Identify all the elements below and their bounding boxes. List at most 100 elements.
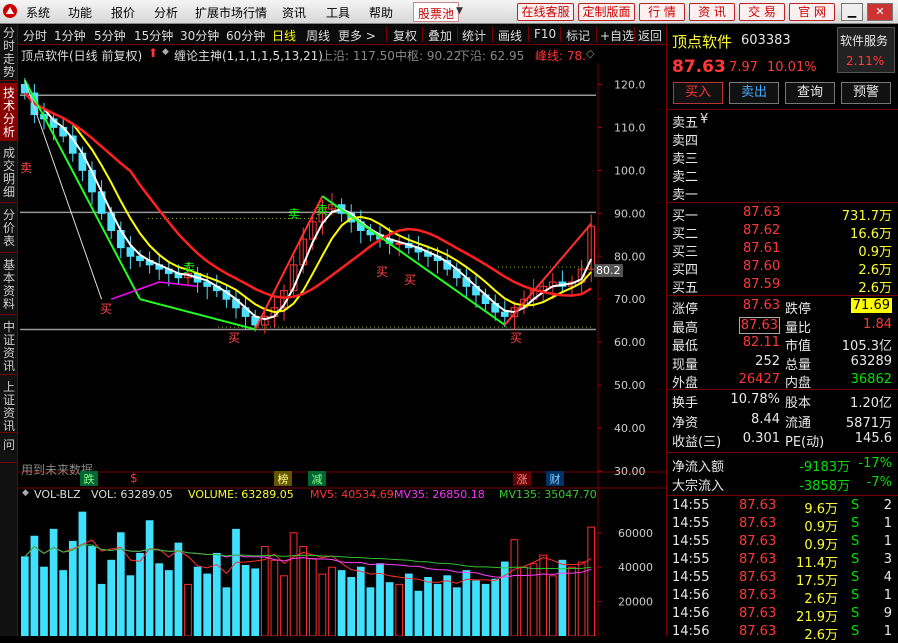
period-daily[interactable]: 日线 (272, 27, 296, 44)
chevron-down-icon[interactable]: ▼ (456, 6, 466, 16)
menu-news[interactable]: 资讯 (282, 4, 306, 21)
volume-bar (49, 528, 58, 637)
menu-system[interactable]: 系统 (26, 4, 50, 21)
stock-pool-button[interactable]: 股票池 (413, 2, 460, 22)
tick-volume: 2.6万 (804, 628, 838, 643)
ma-yellow-line (24, 92, 592, 314)
menu-quote[interactable]: 报价 (111, 4, 135, 21)
buy-marker: 买 (228, 331, 241, 345)
tab-profile[interactable]: 基本资料 (0, 255, 18, 315)
fund-label: 股本 (785, 396, 812, 411)
lower-band-value: 下沿: 62.95 (458, 49, 525, 63)
y-tick-label: 60000 (618, 527, 653, 540)
diamond-icon[interactable]: ◆ (22, 488, 29, 498)
chart-svg[interactable]: 120.0 110.0 100.0 90.00 80.00 70.00 60.00 50.00… (18, 63, 666, 637)
volume-bar (424, 577, 432, 637)
volume-indicator-name[interactable]: VOL-BLZ (34, 488, 81, 501)
bid1-price[interactable]: 87.63 (743, 205, 780, 220)
tick-side: S (851, 516, 860, 531)
bid2-price[interactable]: 87.62 (743, 223, 780, 238)
tab-price-table[interactable]: 分价表 (0, 205, 18, 253)
event-reduce[interactable]: 减 (308, 471, 326, 486)
tick-time: 14:56 (672, 588, 710, 603)
bid3-price[interactable]: 87.61 (743, 241, 780, 256)
sell-marker: 卖 (316, 203, 329, 217)
news-button[interactable]: 资 讯 (689, 3, 735, 21)
menu-ext-market[interactable]: 扩展市场行情 (195, 4, 267, 21)
quote-label: 最低 (672, 339, 699, 354)
quote-value: 1.84 (863, 316, 892, 332)
tab-technical[interactable]: 技术分析 (0, 83, 18, 141)
tick-side: S (851, 498, 860, 513)
tab-trades[interactable]: 成交明细 (0, 143, 18, 203)
bid4-price[interactable]: 87.60 (743, 259, 780, 274)
adjust-button[interactable]: 复权 (393, 27, 417, 44)
sector-box[interactable]: 软件服务 2.11% (837, 27, 895, 73)
tab-question[interactable]: 问 (0, 435, 18, 463)
indicator-formula[interactable]: 缠论主神(1,1,1,1,5,13,21) (174, 47, 323, 64)
period-weekly[interactable]: 周线 (306, 27, 330, 44)
event-finance[interactable]: 财 (546, 471, 564, 486)
tab-intraday[interactable]: 分时走势 (0, 25, 18, 81)
event-rank[interactable]: 榜 (274, 471, 292, 486)
settings-diamond-icon[interactable]: ◇ (586, 47, 594, 60)
tick-price: 87.63 (739, 498, 777, 513)
query-button[interactable]: 查询 (785, 82, 835, 104)
menu-help[interactable]: 帮助 (369, 4, 393, 21)
diamond-icon[interactable]: ◆ (162, 47, 169, 57)
website-button[interactable]: 官 网 (789, 3, 835, 21)
volume-bar (385, 582, 394, 637)
volume-bar (40, 566, 48, 637)
stats-button[interactable]: 统计 (462, 27, 486, 44)
online-service-button[interactable]: 在线客服 (517, 3, 574, 21)
bid5-price[interactable]: 87.59 (743, 277, 780, 292)
back-button[interactable]: 返回 (638, 27, 662, 44)
f10-button[interactable]: F10 (534, 27, 556, 41)
volume-bar (558, 559, 567, 637)
tick-side: S (851, 552, 860, 567)
market-button[interactable]: 行 情 (639, 3, 685, 21)
trade-button[interactable]: 交 易 (739, 3, 785, 21)
fund-value: 10.78% (730, 392, 780, 407)
quote-value: 252 (755, 353, 780, 369)
period-5min[interactable]: 5分钟 (94, 27, 126, 44)
alert-button[interactable]: 预警 (841, 82, 891, 104)
menu-function[interactable]: 功能 (68, 4, 92, 21)
minimize-icon[interactable]: ▁ (841, 3, 863, 21)
y-tick-label: 20000 (618, 596, 653, 609)
event-fall[interactable]: 跌 (80, 471, 98, 486)
menu-tools[interactable]: 工具 (326, 4, 350, 21)
quote-label: 总量 (785, 357, 812, 373)
close-icon[interactable]: ✕ (867, 3, 893, 21)
tab-sz-news[interactable]: 上证资讯 (0, 377, 18, 433)
period-30min[interactable]: 30分钟 (180, 27, 219, 44)
mark-button[interactable]: 标记 (566, 27, 590, 44)
flow-pct: -17% (858, 456, 892, 471)
period-more[interactable]: 更多 > (338, 27, 376, 44)
overlay-button[interactable]: 叠加 (428, 27, 452, 44)
period-1min[interactable]: 1分钟 (54, 27, 86, 44)
event-rise[interactable]: 涨 (513, 471, 531, 486)
volume-bar (539, 554, 548, 637)
buy-button[interactable]: 买入 (673, 82, 723, 104)
app-logo-icon (3, 4, 17, 18)
y-tick-label: 110.0 (614, 121, 646, 134)
event-dollar[interactable]: $ (130, 471, 138, 485)
volume-bar (222, 587, 231, 637)
period-intraday[interactable]: 分时 (23, 27, 47, 44)
period-15min[interactable]: 15分钟 (134, 27, 173, 44)
volume-title-line: ◆ VOL-BLZ VOL: 63289.05 VOLUME: 63289.05… (18, 488, 666, 504)
tick-volume: 0.9万 (804, 538, 838, 553)
menu-analysis[interactable]: 分析 (154, 4, 178, 21)
quote-value: 87.63 (742, 298, 780, 313)
period-60min[interactable]: 60分钟 (226, 27, 265, 44)
tick-time: 14:55 (672, 534, 710, 549)
tab-zz-news[interactable]: 中证资讯 (0, 317, 18, 375)
custom-layout-button[interactable]: 定制版面 (578, 3, 635, 21)
sell-button[interactable]: 卖出 (729, 82, 779, 104)
quote-value: 82.11 (742, 335, 780, 350)
chart-area[interactable]: 120.0 110.0 100.0 90.00 80.00 70.00 60.00 50.00… (18, 63, 666, 637)
draw-button[interactable]: 画线 (498, 27, 522, 44)
add-watchlist-button[interactable]: +自选 (600, 27, 634, 44)
period-toolbar: 分时 1分钟 5分钟 15分钟 30分钟 60分钟 日线 周线 更多 > 复权 … (18, 25, 666, 45)
